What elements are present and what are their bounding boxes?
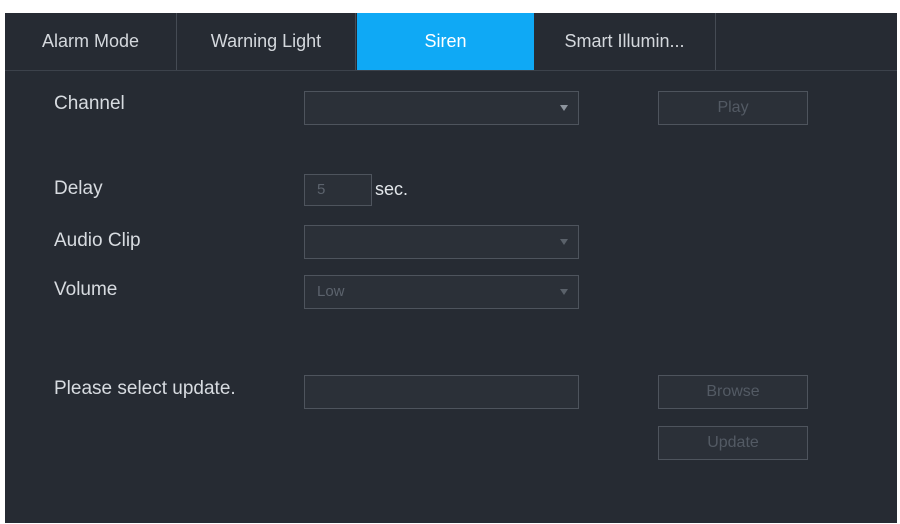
channel-label: Channel <box>54 93 125 114</box>
delay-input[interactable]: 5 <box>304 174 372 206</box>
tab-alarm-mode[interactable]: Alarm Mode <box>5 13 177 70</box>
channel-select[interactable] <box>304 91 579 125</box>
audio-clip-select[interactable] <box>304 225 579 259</box>
tab-siren[interactable]: Siren <box>357 13 534 70</box>
delay-value: 5 <box>317 181 326 198</box>
siren-settings-panel: Alarm Mode Warning Light Siren Smart Ill… <box>5 13 897 523</box>
update-file-field[interactable] <box>304 375 579 409</box>
tab-warning-light[interactable]: Warning Light <box>177 13 356 70</box>
volume-label: Volume <box>54 279 118 300</box>
tab-smart-illumination[interactable]: Smart Illumin... <box>534 13 716 70</box>
delay-label: Delay <box>54 178 103 199</box>
chevron-down-icon <box>560 289 568 295</box>
volume-select[interactable]: Low <box>304 275 579 309</box>
browse-button[interactable]: Browse <box>658 375 808 409</box>
delay-unit: sec. <box>375 179 409 199</box>
chevron-down-icon <box>560 105 568 111</box>
play-button[interactable]: Play <box>658 91 808 125</box>
update-label: Please select update. <box>54 378 236 399</box>
update-button[interactable]: Update <box>658 426 808 460</box>
audio-clip-label: Audio Clip <box>54 230 141 251</box>
chevron-down-icon <box>560 239 568 245</box>
volume-value: Low <box>317 283 345 300</box>
tab-bar: Alarm Mode Warning Light Siren Smart Ill… <box>5 13 897 71</box>
